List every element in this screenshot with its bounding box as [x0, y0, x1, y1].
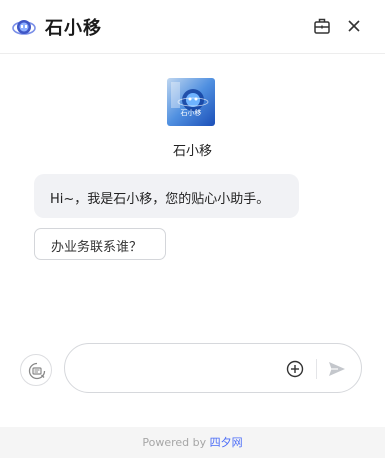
- message-composer: [64, 343, 362, 393]
- close-button[interactable]: [344, 16, 364, 36]
- chat-header: 石小移: [0, 0, 385, 54]
- suggestion-chip[interactable]: 办业务联系谁？: [34, 228, 166, 260]
- bot-avatar: 石小移: [167, 78, 215, 126]
- close-icon: [348, 20, 360, 32]
- footer: Powered by 四夕网: [0, 427, 385, 458]
- powered-by-text: Powered by: [142, 436, 207, 449]
- message-input[interactable]: [83, 356, 277, 382]
- briefcase-button[interactable]: [312, 16, 332, 36]
- bot-avatar-image: [167, 78, 215, 126]
- brand-link[interactable]: 四夕网: [210, 436, 243, 449]
- chat-title: 石小移: [45, 18, 102, 39]
- bot-name: 石小移: [172, 144, 212, 159]
- briefcase-icon: [314, 18, 330, 34]
- add-circle-icon[interactable]: [285, 359, 305, 379]
- quick-phrase-button[interactable]: [20, 354, 52, 386]
- send-icon[interactable]: [327, 359, 347, 379]
- bot-avatar-label: 石小移: [180, 109, 202, 117]
- composer-divider: [316, 359, 317, 379]
- greeting-message: Hi~，我是石小移，您的贴心小助手。: [34, 174, 299, 218]
- quick-phrase-icon: [28, 362, 46, 380]
- ai-assistant-logo-icon: [12, 20, 36, 35]
